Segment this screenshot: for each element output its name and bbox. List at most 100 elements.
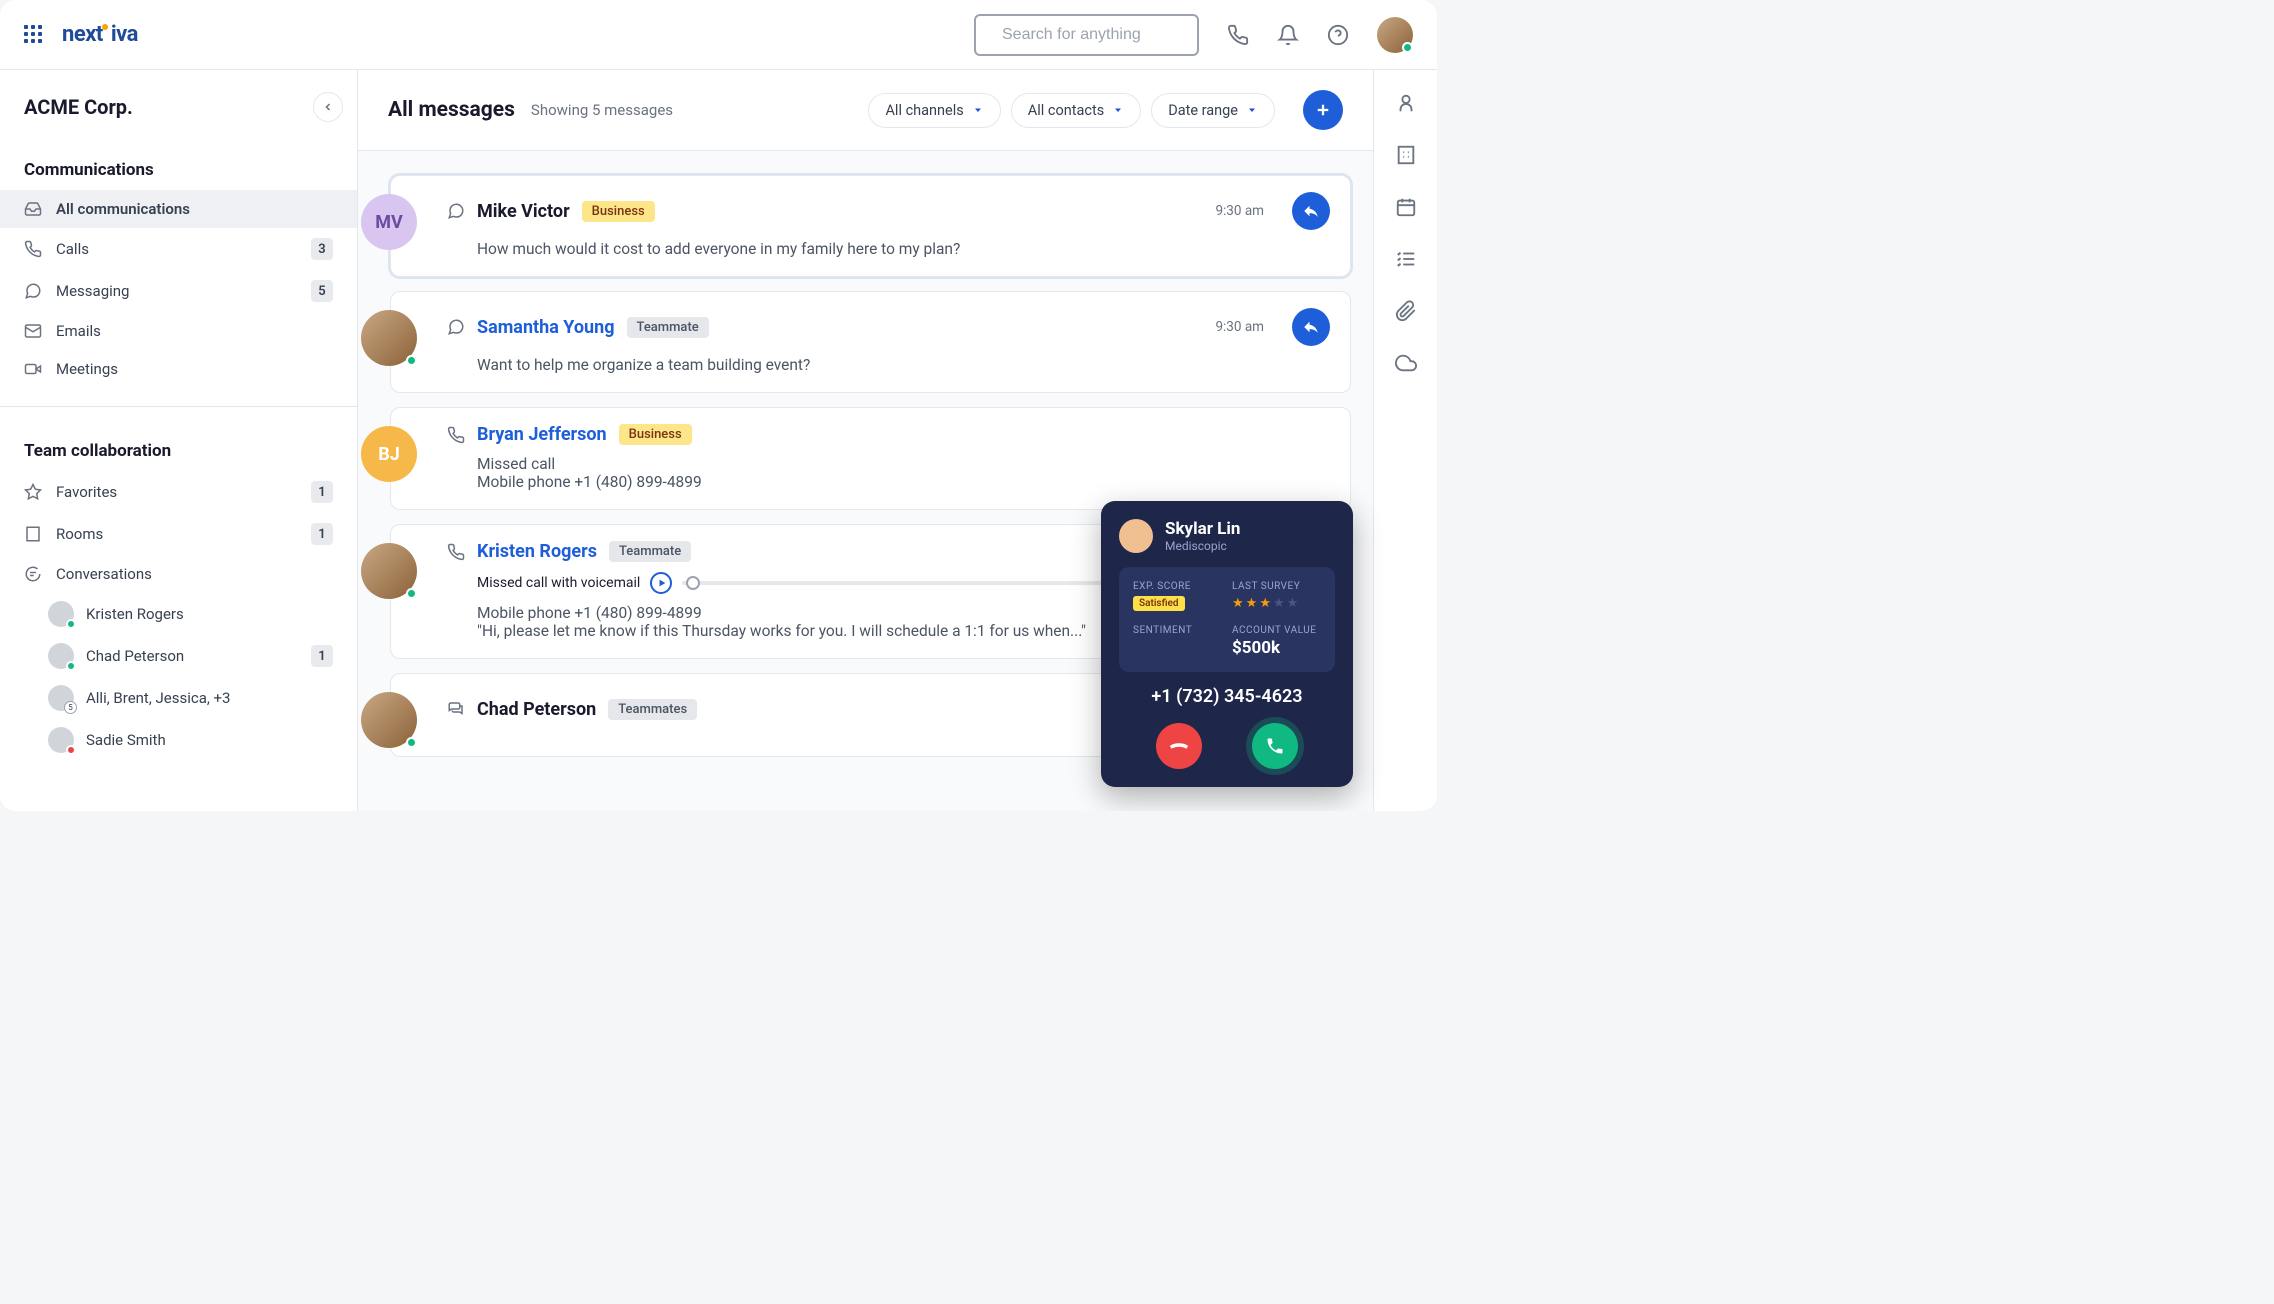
filter-pill[interactable]: All channels — [868, 93, 1000, 128]
nav-badge: 1 — [311, 645, 333, 667]
nav-favorites[interactable]: Favorites 1 — [0, 471, 357, 513]
nav-conversations[interactable]: Conversations — [0, 555, 357, 593]
conversation-item[interactable]: Kristen Rogers — [0, 593, 357, 635]
caller-metrics: EXP. SCORE Satisfied LAST SURVEY ★★★★★ S… — [1119, 567, 1335, 672]
video-icon — [24, 360, 42, 378]
nav-badge: 1 — [311, 523, 333, 545]
reply-button[interactable] — [1292, 308, 1330, 346]
reply-icon — [1302, 202, 1320, 220]
contact-tag: Teammate — [627, 317, 709, 338]
nav-meetings[interactable]: Meetings — [0, 350, 357, 388]
convo-avatar: 5 — [48, 685, 74, 711]
inbox-icon — [24, 200, 42, 218]
company-icon[interactable] — [1395, 144, 1417, 166]
nav-label: Calls — [56, 240, 297, 258]
presence-indicator — [1402, 42, 1413, 53]
metric-label-sentiment: SENTIMENT — [1133, 625, 1222, 636]
phone-icon — [447, 426, 465, 444]
conversation-item[interactable]: Sadie Smith — [0, 719, 357, 761]
accept-call-button[interactable] — [1252, 723, 1298, 769]
message-preview: Want to help me organize a team building… — [477, 356, 1330, 374]
convo-name: Sadie Smith — [86, 731, 333, 749]
play-icon — [657, 578, 667, 588]
calendar-icon[interactable] — [1395, 196, 1417, 218]
message-card[interactable]: MV Mike Victor Business 9:30 am How much… — [390, 175, 1351, 277]
app-grid-icon[interactable] — [24, 25, 44, 45]
sender-name[interactable]: Bryan Jefferson — [477, 424, 607, 445]
message-preview: How much would it cost to add everyone i… — [477, 240, 1330, 258]
tasks-icon[interactable] — [1395, 248, 1417, 270]
message-time: 9:30 am — [1215, 203, 1264, 219]
conversation-item[interactable]: 5 Alli, Brent, Jessica, +3 — [0, 677, 357, 719]
star-icon: ★ — [1259, 596, 1271, 611]
sidebar: ACME Corp. Communications All communicat… — [0, 70, 358, 811]
nav-rooms[interactable]: Rooms 1 — [0, 513, 357, 555]
convo-name: Chad Peterson — [86, 647, 299, 665]
sender-avatar: BJ — [361, 426, 417, 482]
incoming-call-popup: Skylar Lin Mediscopic EXP. SCORE Satisfi… — [1101, 501, 1353, 787]
sender-name[interactable]: Kristen Rogers — [477, 541, 597, 562]
sender-avatar — [361, 692, 417, 748]
page-subtitle: Showing 5 messages — [531, 101, 673, 119]
convo-avatar — [48, 727, 74, 753]
presence-indicator — [406, 737, 417, 748]
help-icon[interactable] — [1327, 24, 1349, 46]
convo-avatar — [48, 601, 74, 627]
play-button[interactable] — [650, 572, 672, 594]
nav-messaging[interactable]: Messaging 5 — [0, 270, 357, 312]
filter-label: All channels — [885, 102, 963, 119]
plus-icon — [1314, 101, 1332, 119]
logo[interactable]: next●iva — [62, 22, 138, 47]
filter-label: Date range — [1168, 102, 1238, 119]
nav-calls[interactable]: Calls 3 — [0, 228, 357, 270]
caller-name: Skylar Lin — [1165, 519, 1240, 539]
topbar: next●iva — [0, 0, 1437, 70]
survey-stars: ★★★★★ — [1232, 596, 1321, 611]
collapse-sidebar-button[interactable] — [313, 92, 343, 122]
compose-button[interactable] — [1303, 90, 1343, 130]
call-status: Missed call — [477, 455, 1330, 473]
star-icon: ★ — [1232, 596, 1244, 611]
workspace-name: ACME Corp. — [24, 95, 291, 119]
phone-icon[interactable] — [1227, 24, 1249, 46]
mail-icon — [24, 322, 42, 340]
convo-name: Alli, Brent, Jessica, +3 — [86, 689, 333, 707]
contact-icon[interactable] — [1395, 92, 1417, 114]
nav-all-communications[interactable]: All communications — [0, 190, 357, 228]
decline-call-button[interactable] — [1156, 723, 1202, 769]
section-title-communications: Communications — [0, 144, 357, 190]
global-search[interactable] — [974, 14, 1199, 56]
user-avatar[interactable] — [1377, 17, 1413, 53]
nav-label: Messaging — [56, 282, 297, 300]
metric-label-account: ACCOUNT VALUE — [1232, 625, 1321, 636]
filter-pill[interactable]: Date range — [1151, 93, 1275, 128]
progress-knob[interactable] — [686, 576, 700, 590]
nav-label: Favorites — [56, 483, 297, 501]
star-icon: ★ — [1287, 596, 1299, 611]
phone-icon — [24, 240, 42, 258]
bell-icon[interactable] — [1277, 24, 1299, 46]
cloud-icon[interactable] — [1395, 352, 1417, 374]
filter-pill[interactable]: All contacts — [1011, 93, 1141, 128]
convo-name: Kristen Rogers — [86, 605, 333, 623]
chat-icon — [447, 202, 465, 220]
right-rail — [1373, 70, 1437, 811]
presence-indicator — [406, 355, 417, 366]
contact-tag: Business — [582, 201, 655, 222]
conversation-item[interactable]: Chad Peterson 1 — [0, 635, 357, 677]
reply-button[interactable] — [1292, 192, 1330, 230]
search-input[interactable] — [1002, 26, 1209, 44]
message-card[interactable]: BJ Bryan Jefferson Business Missed call … — [390, 407, 1351, 510]
star-icon: ★ — [1273, 596, 1285, 611]
chat-icon — [447, 318, 465, 336]
message-card[interactable]: Samantha Young Teammate 9:30 am Want to … — [390, 291, 1351, 393]
caller-phone: +1 (732) 345-4623 — [1119, 686, 1335, 707]
nav-emails[interactable]: Emails — [0, 312, 357, 350]
chevron-down-icon — [972, 104, 984, 116]
voicemail-label: Missed call with voicemail — [477, 575, 640, 591]
attachment-icon[interactable] — [1395, 300, 1417, 322]
nav-label: Emails — [56, 322, 333, 340]
answer-icon — [1265, 736, 1285, 756]
sender-name[interactable]: Samantha Young — [477, 317, 615, 338]
sender-avatar — [361, 310, 417, 366]
